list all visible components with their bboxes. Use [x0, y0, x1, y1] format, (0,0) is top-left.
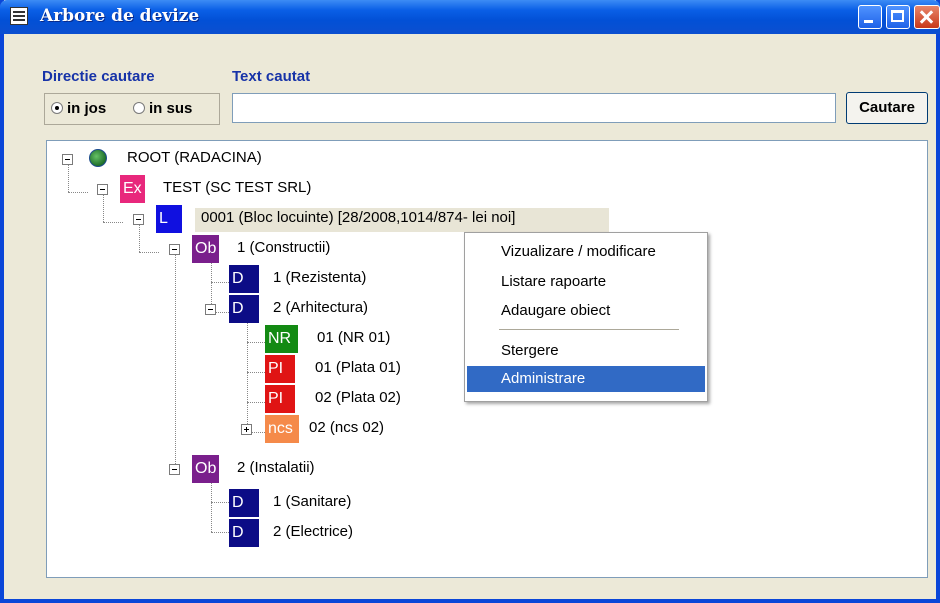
tree-line: [139, 252, 159, 253]
tag-d: D: [229, 519, 259, 547]
menu-item-listare-rapoarte[interactable]: Listare rapoarte: [467, 269, 705, 295]
tree-node-nr01[interactable]: 01 (NR 01): [317, 325, 390, 351]
expand-toggle[interactable]: [241, 424, 252, 435]
tag-nr: NR: [265, 325, 298, 353]
tag-d: D: [229, 489, 259, 517]
tree-line: [175, 254, 176, 472]
tree-line: [68, 192, 88, 193]
context-menu: Vizualizare / modificare Listare rapoart…: [464, 232, 708, 402]
tree-line: [247, 402, 267, 403]
tree-line: [247, 314, 248, 434]
tree-node-arhitectura[interactable]: 2 (Arhitectura): [273, 295, 368, 321]
collapse-toggle[interactable]: [169, 244, 180, 255]
menu-separator: [499, 329, 679, 330]
globe-icon: [89, 149, 107, 167]
tag-ncs: ncs: [265, 415, 299, 443]
tag-pi: PI: [265, 385, 295, 413]
window: Arbore de devize Directie cautare Text c…: [0, 0, 940, 603]
tree-line: [247, 372, 267, 373]
tag-l: L: [156, 205, 182, 233]
app-icon: [10, 7, 28, 25]
collapse-toggle[interactable]: [62, 154, 73, 165]
tree-line: [68, 164, 69, 192]
radio-down[interactable]: [51, 102, 63, 114]
tag-ob: Ob: [192, 235, 220, 263]
window-title: Arbore de devize: [40, 6, 200, 26]
tree-node-plata02[interactable]: 02 (Plata 02): [315, 385, 401, 411]
collapse-toggle[interactable]: [169, 464, 180, 475]
radio-down-label[interactable]: in jos: [67, 100, 106, 117]
menu-item-stergere[interactable]: Stergere: [467, 338, 705, 364]
tree-line: [103, 194, 104, 222]
tree-line: [211, 532, 231, 533]
tree-node-root[interactable]: ROOT (RADACINA): [127, 145, 262, 171]
tree-line: [211, 282, 231, 283]
tree-line: [139, 224, 140, 252]
maximize-button[interactable]: [886, 5, 910, 29]
tag-d: D: [229, 265, 259, 293]
tag-ex: Ex: [120, 175, 145, 203]
tree-node-rezistenta[interactable]: 1 (Rezistenta): [273, 265, 366, 291]
collapse-toggle[interactable]: [133, 214, 144, 225]
menu-item-adaugare-obiect[interactable]: Adaugare obiect: [467, 298, 705, 324]
tag-d: D: [229, 295, 259, 323]
tag-ob: Ob: [192, 455, 220, 483]
tree-node-electrice[interactable]: 2 (Electrice): [273, 519, 353, 545]
tree-node-sanitare[interactable]: 1 (Sanitare): [273, 489, 351, 515]
tree-line: [103, 222, 123, 223]
tree-node-ncs02[interactable]: 02 (ncs 02): [309, 415, 384, 441]
menu-item-administrare[interactable]: Administrare: [467, 366, 705, 392]
tree-line: [211, 502, 231, 503]
title-bar[interactable]: Arbore de devize: [0, 0, 940, 34]
radio-up-label[interactable]: in sus: [149, 100, 192, 117]
search-input[interactable]: [232, 93, 836, 123]
tree-node-bloc[interactable]: 0001 (Bloc locuinte) [28/2008,1014/874- …: [201, 205, 515, 231]
radio-up[interactable]: [133, 102, 145, 114]
close-button[interactable]: [914, 5, 940, 29]
collapse-toggle[interactable]: [97, 184, 108, 195]
tree-node-instalatii[interactable]: 2 (Instalatii): [237, 455, 315, 481]
direction-group: in jos in sus: [44, 93, 220, 125]
collapse-toggle[interactable]: [205, 304, 216, 315]
tree-line: [247, 342, 267, 343]
minimize-button[interactable]: [858, 5, 882, 29]
tree-node-test[interactable]: TEST (SC TEST SRL): [163, 175, 311, 201]
search-text-label: Text cautat: [232, 68, 311, 85]
direction-label: Directie cautare: [42, 68, 155, 85]
menu-item-vizualizare[interactable]: Vizualizare / modificare: [467, 239, 705, 265]
search-button[interactable]: Cautare: [846, 92, 928, 124]
tree-node-constructii[interactable]: 1 (Constructii): [237, 235, 330, 261]
tag-pi: PI: [265, 355, 295, 383]
tree-node-plata01[interactable]: 01 (Plata 01): [315, 355, 401, 381]
